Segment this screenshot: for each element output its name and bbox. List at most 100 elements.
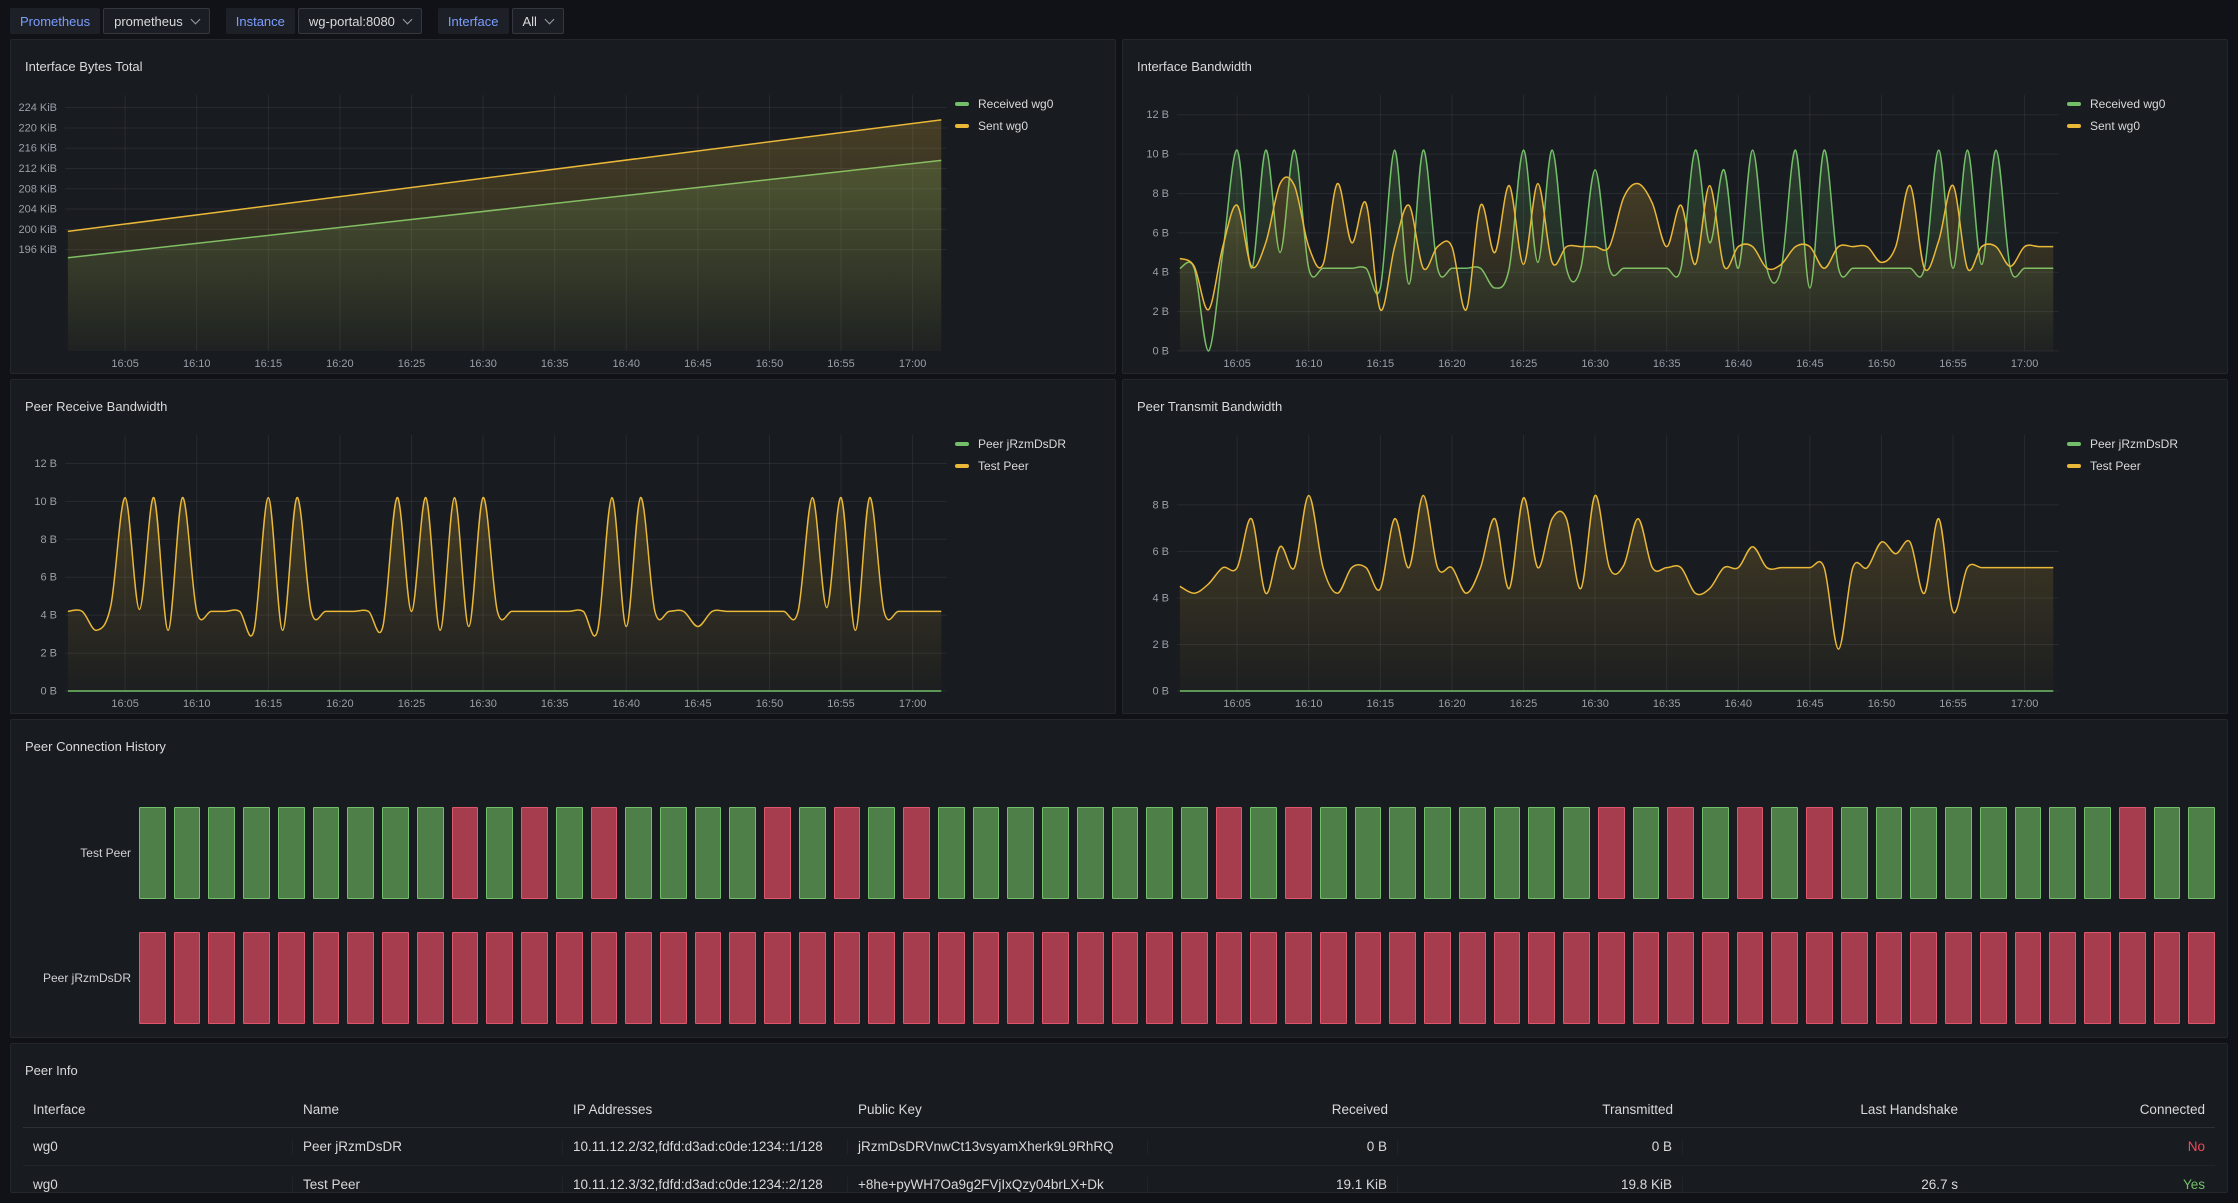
chart-plot-area[interactable]: 0 B2 B4 B6 B8 B10 B12 B16:0516:1016:1516… — [11, 427, 955, 713]
status-bar[interactable] — [1146, 932, 1173, 1024]
status-bar[interactable] — [1355, 932, 1382, 1024]
status-bar[interactable] — [1945, 807, 1972, 899]
status-bar[interactable] — [1876, 932, 1903, 1024]
status-bar[interactable] — [1146, 807, 1173, 899]
status-bar[interactable] — [1771, 932, 1798, 1024]
status-bar[interactable] — [1806, 807, 1833, 899]
status-bar[interactable] — [1980, 807, 2007, 899]
status-bar[interactable] — [903, 932, 930, 1024]
status-bar[interactable] — [1633, 932, 1660, 1024]
status-bar[interactable] — [556, 932, 583, 1024]
status-bar[interactable] — [1181, 807, 1208, 899]
status-bar[interactable] — [486, 932, 513, 1024]
variable-dropdown-instance[interactable]: wg-portal:8080 — [298, 8, 422, 34]
status-bar[interactable] — [695, 807, 722, 899]
status-bar[interactable] — [625, 807, 652, 899]
status-bar[interactable] — [2119, 807, 2146, 899]
status-bar[interactable] — [1216, 932, 1243, 1024]
status-bar[interactable] — [1841, 807, 1868, 899]
status-bar[interactable] — [2015, 807, 2042, 899]
status-bar[interactable] — [1667, 807, 1694, 899]
legend-item[interactable]: Peer jRzmDsDR — [2067, 437, 2217, 451]
status-bar[interactable] — [1424, 932, 1451, 1024]
legend-item[interactable]: Test Peer — [955, 459, 1105, 473]
chart-canvas[interactable]: 0 B2 B4 B6 B8 B10 B12 B16:0516:1016:1516… — [1123, 87, 2067, 373]
table-header-cell[interactable]: Received — [1148, 1102, 1398, 1117]
status-bar[interactable] — [243, 807, 270, 899]
status-bar[interactable] — [2084, 807, 2111, 899]
status-bar[interactable] — [764, 932, 791, 1024]
status-history-body[interactable]: Test PeerPeer jRzmDsDR 16:0616:1116:1616… — [11, 767, 2227, 1077]
chart-plot-area[interactable]: 0 B2 B4 B6 B8 B10 B12 B16:0516:1016:1516… — [1123, 87, 2067, 373]
status-bar[interactable] — [313, 932, 340, 1024]
status-bar[interactable] — [660, 932, 687, 1024]
status-bar[interactable] — [1355, 807, 1382, 899]
chart-canvas[interactable]: 196 KiB200 KiB204 KiB208 KiB212 KiB216 K… — [11, 87, 955, 373]
status-bar[interactable] — [382, 807, 409, 899]
status-bar[interactable] — [1737, 807, 1764, 899]
status-bar[interactable] — [1320, 932, 1347, 1024]
status-bar[interactable] — [417, 932, 444, 1024]
status-bar[interactable] — [521, 807, 548, 899]
status-bar[interactable] — [1112, 807, 1139, 899]
status-bar[interactable] — [2154, 932, 2181, 1024]
variable-dropdown-interface[interactable]: All — [512, 8, 564, 34]
status-bar[interactable] — [313, 807, 340, 899]
status-bar[interactable] — [799, 807, 826, 899]
status-bar[interactable] — [1112, 932, 1139, 1024]
status-bar[interactable] — [382, 932, 409, 1024]
table-header-cell[interactable]: Public Key — [848, 1102, 1148, 1117]
status-bar[interactable] — [243, 932, 270, 1024]
status-bar[interactable] — [1250, 807, 1277, 899]
status-bar[interactable] — [521, 932, 548, 1024]
status-bar[interactable] — [1702, 932, 1729, 1024]
table-header-cell[interactable]: Name — [293, 1102, 563, 1117]
status-bar[interactable] — [1806, 932, 1833, 1024]
status-bar[interactable] — [660, 807, 687, 899]
status-bar[interactable] — [1007, 807, 1034, 899]
legend-item[interactable]: Sent wg0 — [2067, 119, 2217, 133]
panel-title[interactable]: Peer Info — [11, 1055, 2227, 1080]
chart-plot-area[interactable]: 196 KiB200 KiB204 KiB208 KiB212 KiB216 K… — [11, 87, 955, 373]
status-bar[interactable] — [1494, 807, 1521, 899]
table-header-cell[interactable]: Transmitted — [1398, 1102, 1683, 1117]
status-bar[interactable] — [1459, 932, 1486, 1024]
status-bar[interactable] — [2084, 932, 2111, 1024]
status-bar[interactable] — [1389, 807, 1416, 899]
status-bar[interactable] — [2188, 807, 2215, 899]
status-bar[interactable] — [1598, 807, 1625, 899]
status-bar[interactable] — [1285, 932, 1312, 1024]
status-bar[interactable] — [1598, 932, 1625, 1024]
chart-canvas[interactable]: 0 B2 B4 B6 B8 B16:0516:1016:1516:2016:25… — [1123, 427, 2067, 713]
status-bar[interactable] — [1250, 932, 1277, 1024]
status-bar[interactable] — [1077, 807, 1104, 899]
status-bar[interactable] — [1042, 932, 1069, 1024]
status-bar[interactable] — [1494, 932, 1521, 1024]
status-bar[interactable] — [973, 932, 1000, 1024]
status-bar[interactable] — [417, 807, 444, 899]
status-bar[interactable] — [1876, 807, 1903, 899]
status-bar[interactable] — [1459, 807, 1486, 899]
status-bar[interactable] — [278, 932, 305, 1024]
status-bar[interactable] — [625, 932, 652, 1024]
status-bar[interactable] — [347, 932, 374, 1024]
legend-item[interactable]: Received wg0 — [2067, 97, 2217, 111]
status-bar[interactable] — [1424, 807, 1451, 899]
status-bar[interactable] — [1633, 807, 1660, 899]
status-bar[interactable] — [834, 807, 861, 899]
status-bar[interactable] — [1737, 932, 1764, 1024]
variable-dropdown-prometheus[interactable]: prometheus — [103, 8, 210, 34]
status-bar[interactable] — [278, 807, 305, 899]
status-bar[interactable] — [729, 932, 756, 1024]
status-bar[interactable] — [1077, 932, 1104, 1024]
status-bar[interactable] — [868, 807, 895, 899]
status-bar[interactable] — [729, 807, 756, 899]
panel-title[interactable]: Interface Bytes Total — [11, 51, 1115, 76]
status-bar[interactable] — [2015, 932, 2042, 1024]
legend-item[interactable]: Test Peer — [2067, 459, 2217, 473]
status-bar[interactable] — [208, 932, 235, 1024]
status-bar[interactable] — [347, 807, 374, 899]
legend-item[interactable]: Received wg0 — [955, 97, 1105, 111]
status-bar[interactable] — [2049, 807, 2076, 899]
panel-title[interactable]: Peer Transmit Bandwidth — [1123, 391, 2227, 416]
